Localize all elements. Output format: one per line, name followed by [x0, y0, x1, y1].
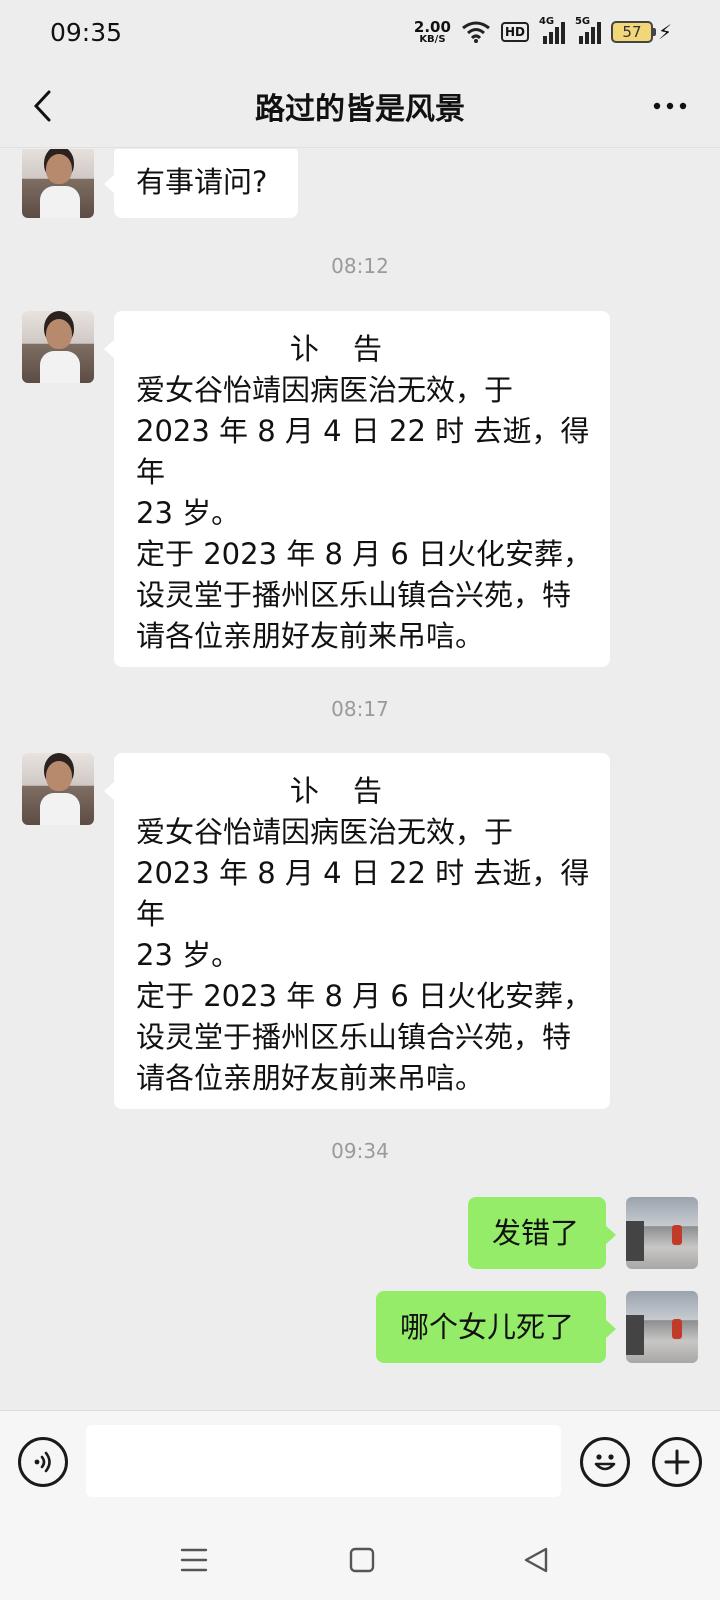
- wifi-icon: [462, 21, 490, 43]
- contact-avatar[interactable]: [22, 753, 94, 825]
- back-nav-button[interactable]: [514, 1538, 558, 1582]
- back-triangle-icon: [524, 1547, 548, 1573]
- network-speed-unit: KB/S: [419, 33, 446, 45]
- system-nav-bar: [0, 1520, 720, 1600]
- add-button[interactable]: [652, 1437, 702, 1487]
- message-bubble[interactable]: 有事请问?: [104, 149, 298, 218]
- chat-header: 路过的皆是风景: [0, 64, 720, 148]
- voice-button[interactable]: [18, 1437, 68, 1487]
- emoji-icon: [594, 1454, 616, 1471]
- more-button[interactable]: [646, 86, 694, 126]
- charging-icon: ⚡: [657, 20, 672, 44]
- more-dots-icon: [653, 102, 687, 110]
- message-list[interactable]: 有事请问? 08:12 讣告 爱女谷怡靖因病医治无效，于 2023 年 8 月 …: [0, 149, 720, 1409]
- message-text: 哪个女儿死了: [400, 1310, 575, 1344]
- menu-icon: [180, 1548, 208, 1572]
- battery-icon: 57 ⚡: [610, 20, 672, 44]
- input-bar: [0, 1410, 720, 1520]
- home-nav-button[interactable]: [340, 1538, 384, 1582]
- plus-icon: [664, 1449, 690, 1475]
- notice-line: 23 岁。: [136, 938, 241, 972]
- notice-line: 2023 年 8 月 4 日 22 时 去逝，得年: [136, 414, 590, 489]
- notice-line: 定于 2023 年 8 月 6 日火化安葬，: [136, 537, 593, 571]
- notice-line: 请各位亲朋好友前来吊唁。: [136, 1061, 485, 1095]
- battery-level: 57: [610, 21, 653, 43]
- notice-line: 爱女谷怡靖因病医治无效，于: [136, 815, 514, 849]
- notice-bubble[interactable]: 讣告 爱女谷怡靖因病医治无效，于 2023 年 8 月 4 日 22 时 去逝，…: [104, 753, 610, 1109]
- network-speed-value: 2.00: [413, 17, 451, 36]
- notice-line: 定于 2023 年 8 月 6 日火化安葬，: [136, 979, 593, 1013]
- notice-line: 爱女谷怡靖因病医治无效，于: [136, 373, 514, 407]
- status-bar: 09:35 2.00 KB/S HD 4G 5G 57 ⚡: [0, 0, 720, 64]
- contact-avatar[interactable]: [22, 311, 94, 383]
- signal-5g-label: 5G: [574, 16, 591, 27]
- signal-4g-icon: 4G: [539, 16, 565, 44]
- notice-title: 讣告: [289, 774, 416, 808]
- notice-bubble[interactable]: 讣告 爱女谷怡靖因病医治无效，于 2023 年 8 月 4 日 22 时 去逝，…: [104, 311, 610, 667]
- network-speed: 2.00 KB/S: [413, 17, 451, 45]
- home-icon: [349, 1547, 375, 1573]
- message-bubble-outgoing[interactable]: 发错了: [468, 1197, 616, 1269]
- message-bubble-outgoing[interactable]: 哪个女儿死了: [376, 1291, 616, 1363]
- notice-line: 请各位亲朋好友前来吊唁。: [136, 619, 485, 653]
- message-input[interactable]: [86, 1425, 561, 1497]
- notice-line: 设灵堂于播州区乐山镇合兴苑，特: [136, 1020, 572, 1054]
- message-timestamp: 08:17: [331, 697, 389, 721]
- status-time: 09:35: [50, 17, 123, 47]
- menu-nav-button[interactable]: [172, 1538, 216, 1582]
- emoji-button[interactable]: [580, 1437, 630, 1487]
- message-text: 有事请问?: [136, 165, 268, 199]
- chevron-left-icon: [33, 90, 51, 122]
- message-text: 发错了: [492, 1216, 580, 1250]
- notice-title: 讣告: [289, 332, 416, 366]
- notice-line: 设灵堂于播州区乐山镇合兴苑，特: [136, 578, 572, 612]
- notice-line: 2023 年 8 月 4 日 22 时 去逝，得年: [136, 856, 590, 931]
- message-timestamp: 09:34: [331, 1139, 389, 1163]
- status-icons: 2.00 KB/S HD 4G 5G 57 ⚡: [413, 16, 672, 45]
- back-button[interactable]: [22, 84, 62, 128]
- message-timestamp: 08:12: [331, 254, 389, 278]
- chat-title: 路过的皆是风景: [255, 91, 465, 127]
- signal-5g-icon: 5G: [575, 16, 601, 44]
- my-avatar[interactable]: [626, 1197, 698, 1269]
- contact-avatar[interactable]: [22, 149, 94, 218]
- voice-icon: [34, 1451, 51, 1473]
- signal-4g-label: 4G: [538, 16, 555, 27]
- notice-line: 23 岁。: [136, 496, 241, 530]
- my-avatar[interactable]: [626, 1291, 698, 1363]
- hd-icon: HD: [500, 22, 529, 42]
